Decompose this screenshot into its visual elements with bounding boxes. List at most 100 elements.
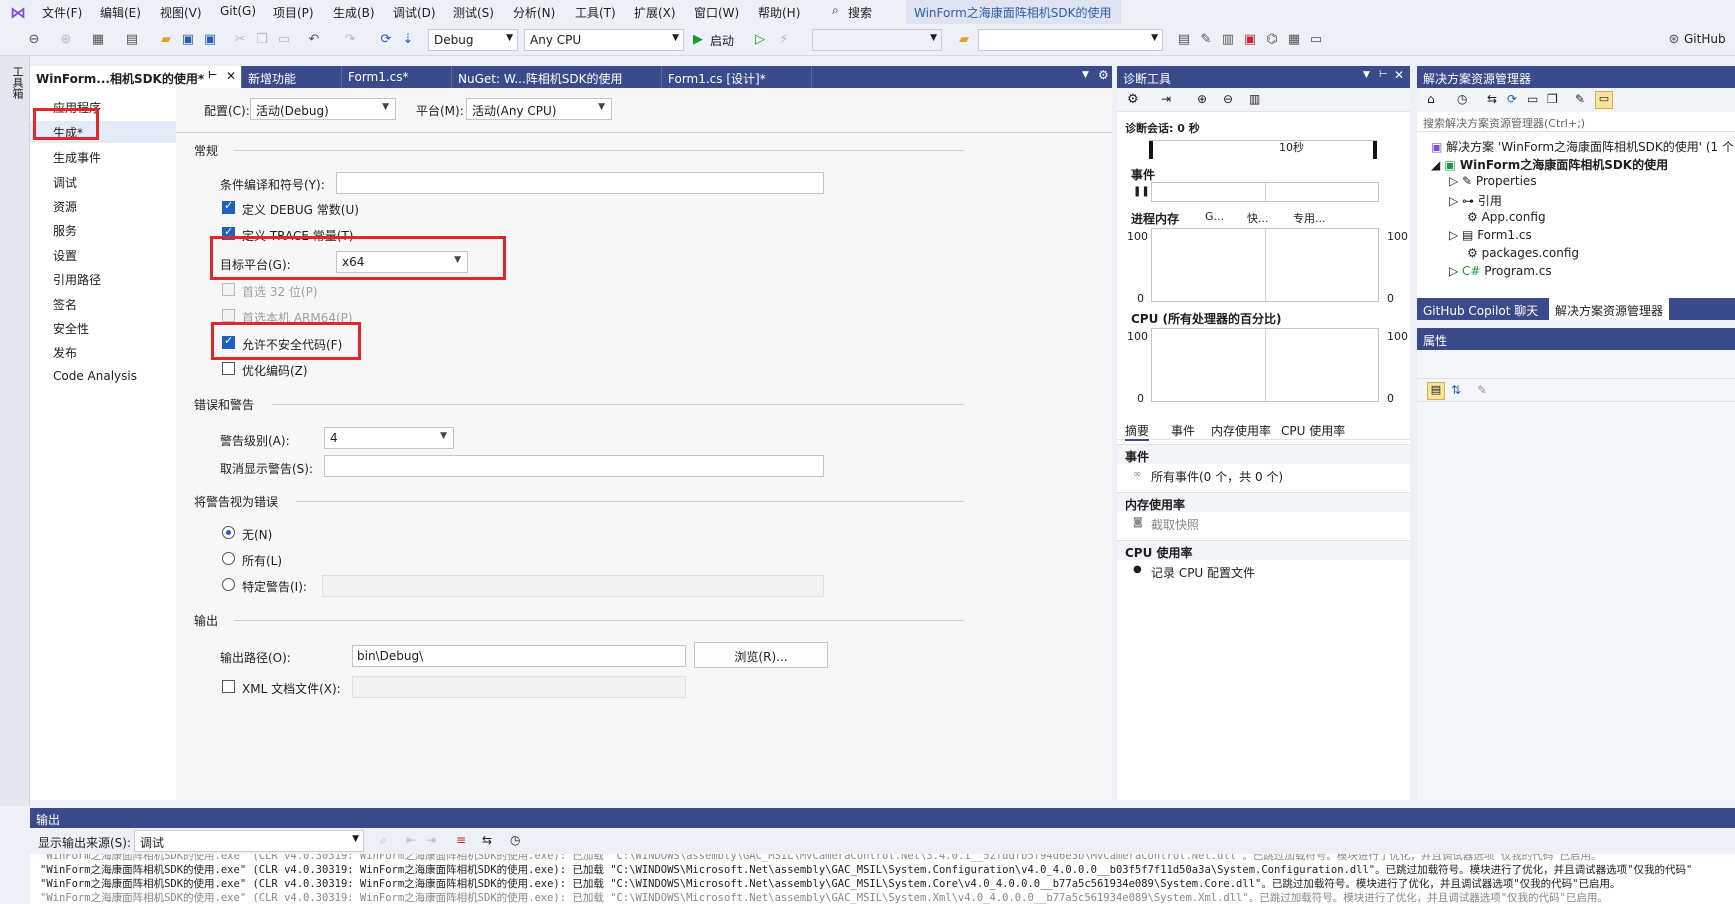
nav-item-signing[interactable]: 签名: [53, 296, 77, 313]
menu-debug[interactable]: 调试(D): [393, 4, 436, 21]
specific-warnings-input[interactable]: [322, 575, 824, 597]
output-source-select[interactable]: 调试 ▼: [134, 830, 364, 852]
paste-icon[interactable]: ▭: [276, 32, 292, 48]
tab-overflow-chevron-icon[interactable]: ▼: [1082, 70, 1089, 80]
copy-icon[interactable]: ❐: [254, 32, 270, 48]
github-icon[interactable]: ⊛: [1666, 32, 1682, 48]
search-icon[interactable]: ⌕: [832, 3, 839, 18]
start-without-debug-icon[interactable]: ▷: [752, 32, 768, 48]
undo-icon[interactable]: ↶: [306, 32, 322, 48]
diag-tab-summary[interactable]: 摘要: [1125, 422, 1150, 441]
save-icon[interactable]: ▣: [180, 32, 196, 48]
properties-window-icon[interactable]: ▤: [1176, 32, 1192, 48]
solution-search-input[interactable]: 搜索解决方案资源管理器(Ctrl+;): [1417, 112, 1735, 132]
close-icon[interactable]: ✕: [1394, 68, 1404, 82]
tab-project-properties[interactable]: WinForm...相机SDK的使用* ⊢ ✕: [30, 66, 242, 88]
nav-item-reference-paths[interactable]: 引用路径: [53, 271, 101, 288]
history-icon[interactable]: ◷: [1457, 92, 1467, 106]
save-all-icon[interactable]: ▣: [202, 32, 218, 48]
nav-item-code-analysis[interactable]: Code Analysis: [53, 369, 137, 383]
prev-message-icon[interactable]: ⇤: [406, 833, 416, 847]
nav-item-services[interactable]: 服务: [53, 222, 77, 239]
output-text[interactable]: "WinForm之海康面阵相机SDK的使用.exe" (CLR v4.0.303…: [30, 854, 1735, 904]
close-icon[interactable]: ✕: [226, 69, 236, 83]
categorized-icon[interactable]: ▤: [1427, 382, 1445, 400]
refresh-icon[interactable]: ⟳: [378, 32, 394, 48]
nav-item-resources[interactable]: 资源: [53, 198, 77, 215]
cut-icon[interactable]: ✂: [232, 32, 248, 48]
find-input[interactable]: ▼: [978, 29, 1163, 51]
warning-level-select[interactable]: 4 ▼: [324, 427, 454, 449]
nav-item-settings[interactable]: 设置: [53, 247, 77, 264]
toolbox-tab-label[interactable]: 工具箱: [9, 66, 25, 99]
open-folder-icon[interactable]: ▰: [158, 32, 174, 48]
word-wrap-icon[interactable]: ⇆: [482, 833, 492, 847]
pin-icon[interactable]: ⊢: [1379, 69, 1388, 80]
diag-tab-memory[interactable]: 内存使用率: [1211, 422, 1271, 439]
menu-git[interactable]: Git(G): [220, 4, 256, 18]
add-item-icon[interactable]: ▤: [124, 32, 140, 48]
sync-icon[interactable]: ⇆: [1487, 92, 1497, 106]
class-view-icon[interactable]: ▦: [1286, 32, 1302, 48]
debug-target-select[interactable]: ▼: [812, 29, 942, 51]
diag-tab-cpu[interactable]: CPU 使用率: [1281, 422, 1345, 439]
menu-project[interactable]: 项目(P): [273, 4, 314, 21]
clock-icon[interactable]: ◷: [510, 833, 520, 847]
menu-analyze[interactable]: 分析(N): [513, 4, 555, 21]
wrench-icon[interactable]: ✎: [1575, 92, 1585, 106]
menu-test[interactable]: 测试(S): [453, 4, 494, 21]
treat-all-radio[interactable]: [222, 552, 235, 565]
menu-extensions[interactable]: 扩展(X): [634, 4, 676, 21]
start-button[interactable]: 启动: [710, 32, 734, 49]
browse-button[interactable]: 浏览(R)...: [694, 642, 828, 668]
zoom-in-icon[interactable]: ⊕: [1197, 92, 1207, 106]
nav-item-publish[interactable]: 发布: [53, 344, 77, 361]
menu-window[interactable]: 窗口(W): [694, 4, 739, 21]
nav-item-security[interactable]: 安全性: [53, 320, 89, 337]
tab-solution-explorer[interactable]: 解决方案资源管理器: [1549, 298, 1670, 320]
gear-icon[interactable]: ⚙: [1127, 92, 1139, 107]
show-all-files-icon[interactable]: ❐: [1547, 92, 1558, 106]
clear-all-icon[interactable]: ≡: [456, 833, 466, 847]
menu-build[interactable]: 生成(B): [333, 4, 375, 21]
menu-file[interactable]: 文件(F): [42, 4, 82, 21]
chevron-down-icon[interactable]: ▼: [1363, 70, 1370, 80]
gear-icon[interactable]: ⚙: [1098, 68, 1109, 82]
window-layout-icon[interactable]: ▭: [1308, 32, 1324, 48]
step-icon[interactable]: ⇣: [400, 32, 416, 48]
alphabetical-icon[interactable]: ⇅: [1451, 383, 1461, 397]
tree-solution-node[interactable]: ▣ 解决方案 'WinForm之海康面阵相机SDK的使用' (1 个: [1431, 138, 1734, 155]
github-label[interactable]: GitHub: [1684, 32, 1726, 46]
tree-references-node[interactable]: ▷ ⊶ 引用: [1449, 192, 1502, 209]
take-snapshot-button[interactable]: 截取快照: [1151, 516, 1199, 533]
redo-icon[interactable]: ↷: [342, 32, 358, 48]
record-cpu-profile-button[interactable]: 记录 CPU 配置文件: [1151, 564, 1255, 581]
tree-appconfig-node[interactable]: ⚙ App.config: [1467, 210, 1546, 224]
next-message-icon[interactable]: ⇥: [426, 833, 436, 847]
optimize-checkbox[interactable]: [222, 362, 235, 375]
collapsed-chevron-icon[interactable]: ▷: [1449, 264, 1462, 278]
tab-github-copilot-chat[interactable]: GitHub Copilot 聊天: [1423, 302, 1538, 319]
xml-doc-checkbox[interactable]: [222, 680, 235, 693]
solution-platform-select[interactable]: Any CPU ▼: [524, 29, 684, 51]
tree-packages-node[interactable]: ⚙ packages.config: [1467, 246, 1579, 260]
collapse-all-icon[interactable]: ▭: [1527, 92, 1538, 106]
new-project-icon[interactable]: ▦: [90, 32, 106, 48]
suppress-warnings-input[interactable]: [324, 455, 824, 477]
solution-config-select[interactable]: Debug ▼: [428, 29, 518, 51]
output-path-input[interactable]: bin\Debug\: [352, 645, 686, 667]
forward-icon[interactable]: ⊕: [58, 32, 74, 48]
menu-edit[interactable]: 编辑(E): [100, 4, 141, 21]
platform-select[interactable]: 活动(Any CPU) ▼: [466, 98, 612, 120]
tab-form1-design[interactable]: Form1.cs [设计]*: [662, 66, 812, 88]
prefer-32bit-checkbox[interactable]: [222, 283, 235, 296]
menu-view[interactable]: 视图(V): [160, 4, 202, 21]
collapsed-chevron-icon[interactable]: ▷: [1449, 194, 1462, 208]
toolbox-icon[interactable]: ▥: [1220, 32, 1236, 48]
expanded-chevron-icon[interactable]: ◢: [1431, 158, 1444, 172]
find-in-files-icon[interactable]: ▰: [956, 32, 972, 48]
refresh-icon[interactable]: ⟳: [1507, 92, 1517, 106]
hot-reload-icon[interactable]: ⚡: [776, 32, 792, 48]
preview-icon[interactable]: ▭: [1595, 91, 1613, 109]
tab-whats-new[interactable]: 新增功能: [242, 66, 342, 88]
